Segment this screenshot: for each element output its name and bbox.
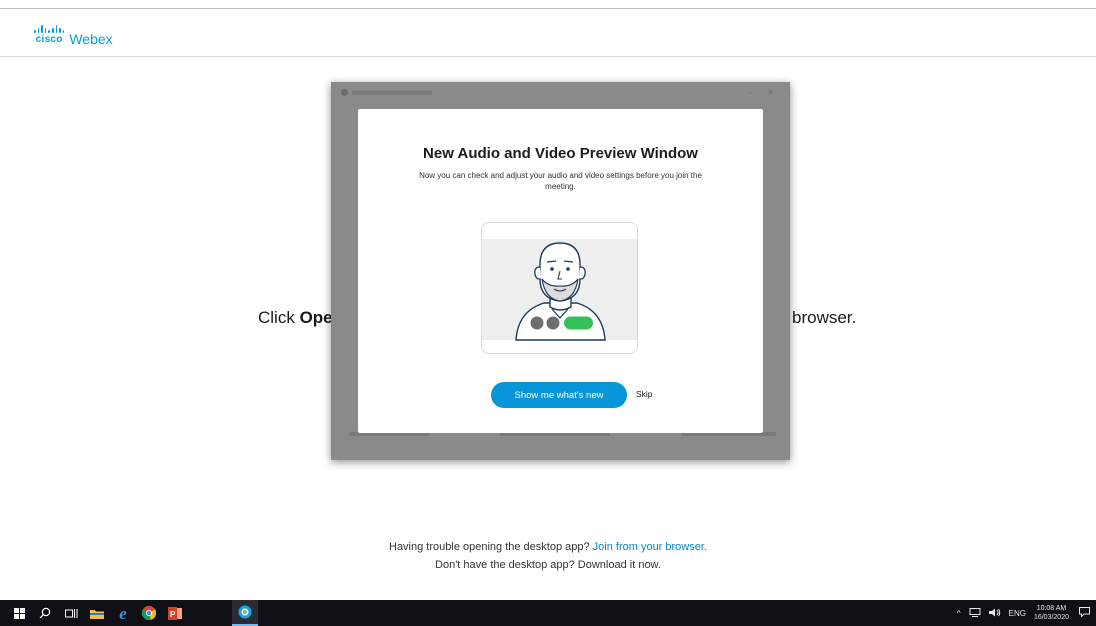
download-text: Don't have the desktop app? Download it …: [435, 559, 661, 571]
cisco-wordmark: cisco: [35, 34, 63, 45]
meeting-window-titlebar: [341, 89, 432, 96]
skip-link[interactable]: Skip: [636, 389, 653, 399]
network-icon[interactable]: [969, 607, 981, 619]
windows-start-icon[interactable]: [6, 600, 32, 626]
preview-illustration: [481, 222, 638, 354]
windows-taskbar: e P ^ ENG 10:08 AM 16/03/2020: [0, 600, 1096, 626]
clock-date: 16/03/2020: [1033, 614, 1069, 621]
dialog-title: New Audio and Video Preview Window: [423, 145, 698, 162]
open-instruction-text: Click Ope: [258, 308, 333, 327]
show-whats-new-button[interactable]: Show me what's new: [491, 382, 627, 408]
system-tray: ^ ENG 10:08 AM 16/03/2020: [957, 600, 1096, 626]
powerpoint-icon[interactable]: P: [162, 600, 188, 626]
cisco-logo-icon: cisco: [34, 25, 65, 45]
chrome-icon[interactable]: [136, 600, 162, 626]
notifications-icon[interactable]: [1079, 607, 1090, 619]
task-view-icon[interactable]: [58, 600, 84, 626]
join-from-browser-link[interactable]: Join from your browser.: [593, 541, 707, 553]
svg-text:P: P: [170, 610, 176, 619]
webex-icon: [341, 89, 348, 96]
webex-wordmark: Webex: [69, 31, 113, 47]
dialog-description: Now you can check and adjust your audio …: [419, 171, 702, 191]
language-indicator[interactable]: ENG: [1009, 609, 1026, 618]
window-controls: – ✕: [748, 88, 780, 97]
clock-time: 10:08 AM: [1036, 605, 1067, 612]
person-illustration-icon: [482, 223, 637, 353]
chevron-up-icon[interactable]: ^: [957, 609, 961, 618]
webex-launch-page: cisco Webex Click Ope browser. Having tr…: [0, 0, 1096, 626]
clock[interactable]: 10:08 AM 16/03/2020: [1034, 604, 1069, 622]
preview-dialog: New Audio and Video Preview Window Now y…: [358, 109, 763, 433]
edge-icon[interactable]: e: [110, 600, 136, 626]
open-instruction-text-end: browser.: [792, 308, 857, 327]
search-icon[interactable]: [32, 600, 58, 626]
webex-icon[interactable]: [232, 600, 258, 626]
cisco-webex-logo: cisco Webex: [34, 23, 113, 47]
trouble-text: Having trouble opening the desktop app? …: [389, 541, 707, 553]
file-explorer-icon[interactable]: [84, 600, 110, 626]
volume-icon[interactable]: [988, 608, 1001, 619]
header: cisco Webex: [0, 9, 1096, 57]
